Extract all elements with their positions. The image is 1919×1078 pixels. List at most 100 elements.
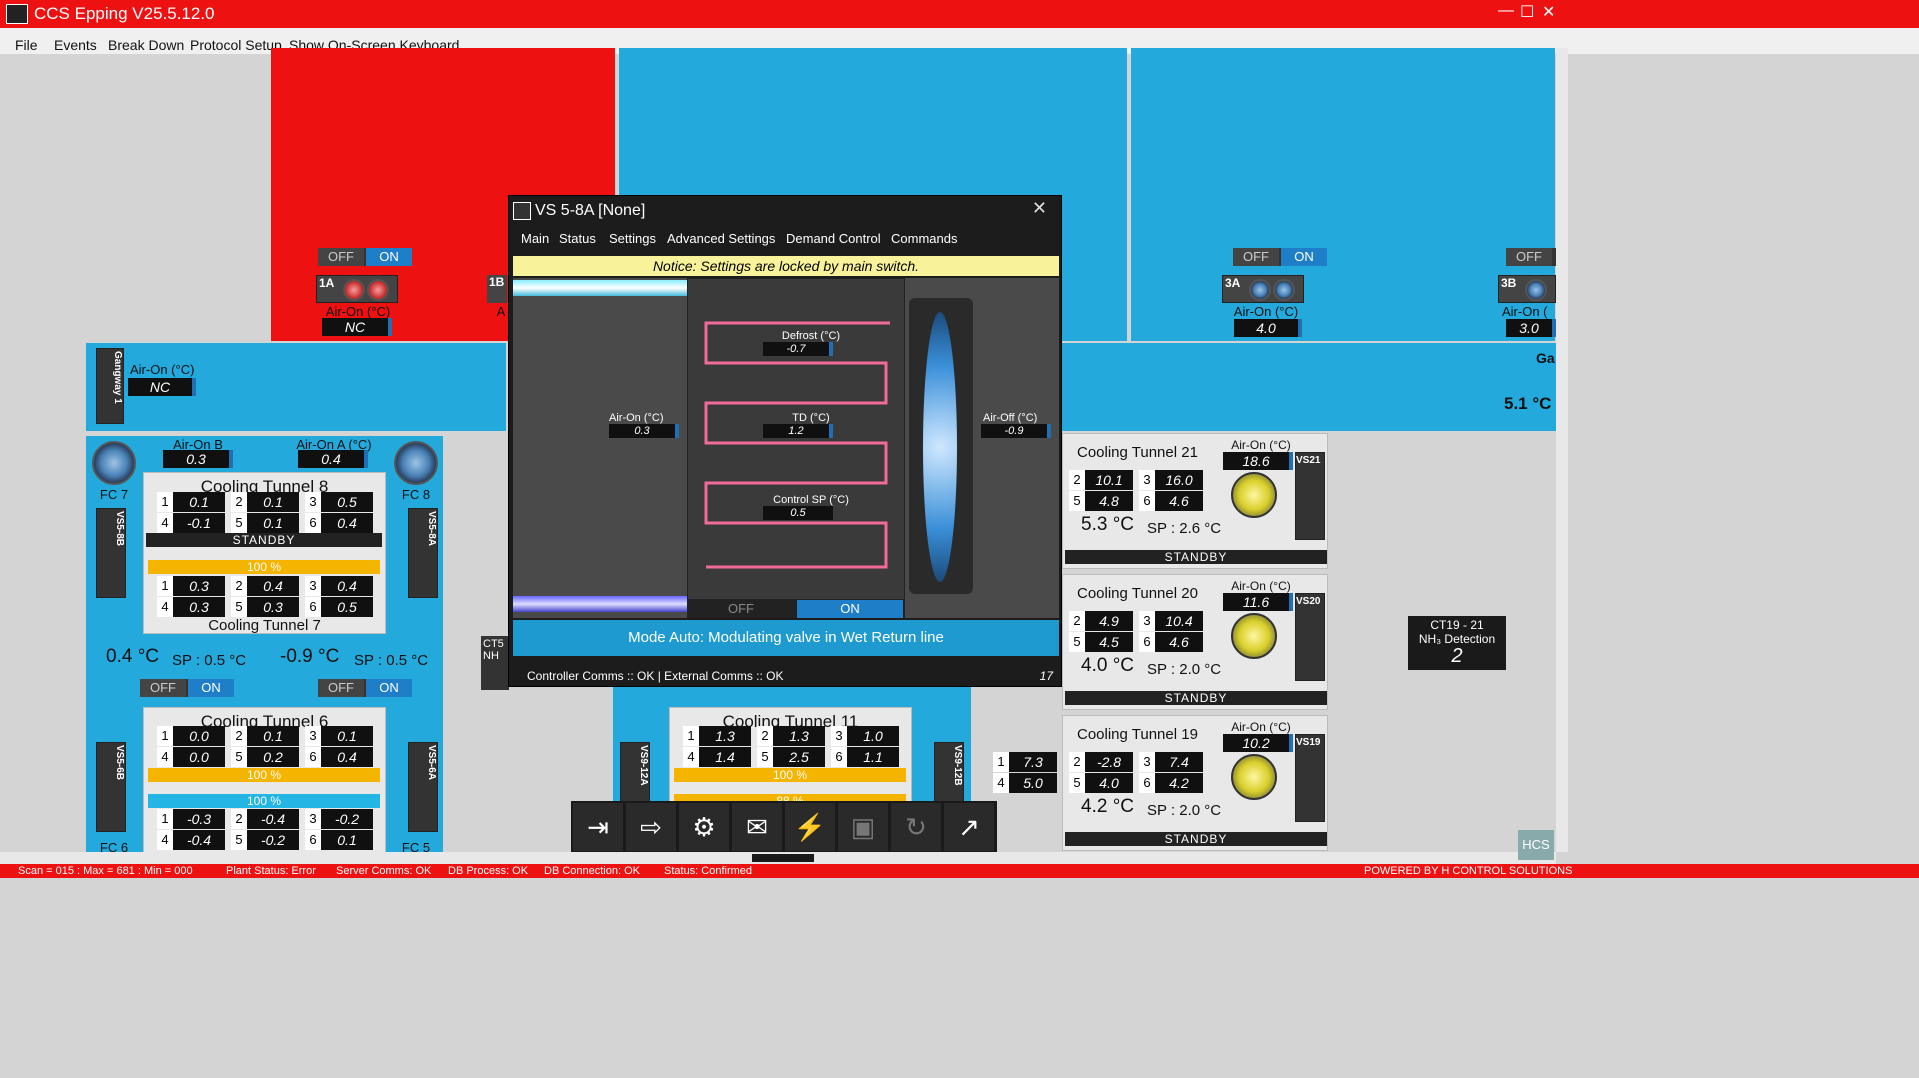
cell-value: 0.5 — [337, 599, 357, 615]
login-icon[interactable]: ⇥ — [573, 803, 623, 851]
tunnel-airon-label: Air-On (°C) — [1231, 720, 1291, 734]
scroll-thumb[interactable] — [752, 854, 814, 862]
room-3b-toggle[interactable]: OFF — [1506, 248, 1556, 266]
room-3b-fan-unit[interactable]: 3B — [1498, 275, 1556, 303]
tunnel-vs-unit[interactable]: VS21 — [1295, 452, 1325, 540]
cell-value: 1.1 — [863, 749, 883, 765]
fc8-fan-icon[interactable] — [394, 441, 438, 485]
vs5-8b-unit[interactable]: VS5-8B — [96, 508, 126, 598]
comms-count: 17 — [1039, 669, 1053, 683]
tab-demand-control[interactable]: Demand Control — [786, 231, 881, 246]
save-icon[interactable]: ▣ — [838, 803, 888, 851]
tab-advanced-settings[interactable]: Advanced Settings — [667, 231, 775, 246]
status-scan: Scan = 015 : Max = 681 : Min = 000 — [18, 865, 193, 877]
fan-icon — [1249, 279, 1271, 301]
cell-4: 4 -0.1 — [157, 513, 225, 533]
cell-5: 5 0.3 — [231, 597, 299, 617]
cell-1: 1 0.3 — [157, 576, 225, 596]
dialog-on-button[interactable]: ON — [797, 600, 903, 618]
app-logo-icon — [6, 4, 28, 24]
fc7-fan-icon[interactable] — [92, 441, 136, 485]
cooling-tunnel-19-card[interactable]: Cooling Tunnel 19 Air-On (°C) 10.2 VS19 4.2 … — [993, 715, 1328, 851]
tunnel-vs-unit[interactable]: VS20 — [1295, 593, 1325, 681]
horizontal-scrollbar[interactable] — [0, 852, 1556, 864]
cell-value: 4.9 — [1099, 613, 1119, 629]
cell-index: 6 — [305, 597, 321, 617]
vertical-scrollbar[interactable] — [1556, 48, 1568, 852]
cell-value: -0.3 — [186, 811, 212, 827]
ct7-left-toggle[interactable]: OFF ON — [140, 679, 234, 697]
vs5-6a-unit[interactable]: VS5-6A — [408, 742, 438, 832]
ct8-status: STANDBY — [146, 533, 382, 547]
ct-left-temp: 0.4 °C — [106, 646, 160, 667]
close-window-icon[interactable]: ✕ — [1542, 2, 1555, 22]
dialog-close-icon[interactable]: ✕ — [1032, 198, 1047, 219]
ct-partial-label: CT5 — [483, 638, 504, 650]
tunnel-airon-value: 10.2 — [1223, 734, 1293, 752]
dialog-off-button[interactable]: OFF — [687, 600, 795, 618]
yellow-fan-icon[interactable] — [1231, 613, 1277, 659]
status-db-connection: DB Connection: OK — [544, 865, 640, 877]
cell-1: 1 0.1 — [157, 492, 225, 512]
tab-main[interactable]: Main — [521, 231, 549, 246]
menu-events[interactable]: Events — [54, 37, 97, 53]
vs-dialog[interactable]: VS 5-8A [None] ✕ Main Status Settings Ad… — [508, 195, 1062, 687]
cell-4: 4 -0.4 — [157, 830, 225, 850]
yellow-fan-icon[interactable] — [1231, 754, 1277, 800]
ct11-valve-bar: 100 % — [674, 768, 906, 782]
cell-6: 6 0.4 — [305, 747, 373, 767]
ct7-right-toggle[interactable]: OFF ON — [318, 679, 412, 697]
title-bar: CCS Epping V25.5.12.0 — ☐ ✕ — [0, 0, 1919, 28]
cell-index: 6 — [305, 747, 321, 767]
menu-break-down[interactable]: Break Down — [108, 37, 184, 53]
mail-icon[interactable]: ✉ — [732, 803, 782, 851]
power-icon[interactable]: ⚡ — [785, 803, 835, 851]
tab-status[interactable]: Status — [559, 231, 596, 246]
vs5-8a-unit[interactable]: VS5-8A — [408, 508, 438, 598]
gangway-fan-unit[interactable]: Gangway 1 — [96, 348, 124, 424]
cooling-tunnel-21-card[interactable]: Cooling Tunnel 21 Air-On (°C) 18.6 VS21 5.3 … — [1062, 433, 1328, 569]
tab-commands[interactable]: Commands — [891, 231, 957, 246]
refresh-icon[interactable]: ↻ — [891, 803, 941, 851]
cell-index: 4 — [683, 747, 699, 767]
cell-2: 2 0.4 — [231, 576, 299, 596]
cell-index: 3 — [1139, 611, 1155, 631]
ct6-valve-bar: 100 % — [148, 768, 380, 782]
tab-settings[interactable]: Settings — [609, 231, 656, 246]
cell-index: 3 — [305, 726, 321, 746]
status-confirmed: Status: Confirmed — [664, 865, 753, 877]
yellow-fan-icon[interactable] — [1231, 472, 1277, 518]
cell-2: 2 -2.8 — [1069, 752, 1133, 772]
cell-index: 1 — [157, 576, 173, 596]
ct-right-temp: -0.9 °C — [280, 646, 340, 667]
room-3a-fan-unit[interactable]: 3A — [1222, 275, 1304, 303]
cell-value: 4.5 — [1099, 634, 1119, 650]
room-3a-toggle[interactable]: OFF ON — [1233, 248, 1327, 266]
external-link-icon[interactable]: ↗ — [944, 803, 994, 851]
vs5-6b-unit[interactable]: VS5-6B — [96, 742, 126, 832]
menu-protocol-setup[interactable]: Protocol Setup — [190, 37, 282, 53]
room-1b-fan-unit[interactable]: 1B — [487, 275, 507, 303]
minimize-icon[interactable]: — — [1498, 2, 1514, 20]
logout-icon[interactable]: ⇨ — [626, 803, 676, 851]
ct-left-sp: SP : 0.5 °C — [172, 652, 247, 669]
nh3-detection-panel[interactable]: CT19 - 21 NH₃ Detection 2 — [1408, 616, 1506, 670]
user-settings-icon[interactable]: ⚙ — [679, 803, 729, 851]
cell-value: 4.2 — [1169, 775, 1189, 791]
maximize-icon[interactable]: ☐ — [1520, 2, 1534, 22]
menu-file[interactable]: File — [15, 37, 38, 53]
cell-5: 5 0.1 — [231, 513, 299, 533]
cell-index: 4 — [993, 773, 1009, 793]
dialog-toggle[interactable]: OFF ON — [687, 600, 905, 618]
cell-value: 1.3 — [789, 728, 809, 744]
cell-1: 1 -0.3 — [157, 809, 225, 829]
cell-value: 7.3 — [1023, 754, 1043, 770]
room-1a-fan-unit[interactable]: 1A — [316, 275, 398, 303]
room-1a-toggle[interactable]: OFF ON — [318, 248, 412, 266]
cell-value: 0.3 — [189, 599, 209, 615]
cooling-tunnel-20-card[interactable]: Cooling Tunnel 20 Air-On (°C) 11.6 VS20 4.0 … — [1062, 574, 1328, 710]
dialog-airoff-value: -0.9 — [981, 424, 1051, 438]
tunnel-vs-unit[interactable]: VS19 — [1295, 734, 1325, 822]
ct7-title: Cooling Tunnel 7 — [208, 617, 321, 634]
nh3-title: CT19 - 21 — [1430, 618, 1484, 632]
